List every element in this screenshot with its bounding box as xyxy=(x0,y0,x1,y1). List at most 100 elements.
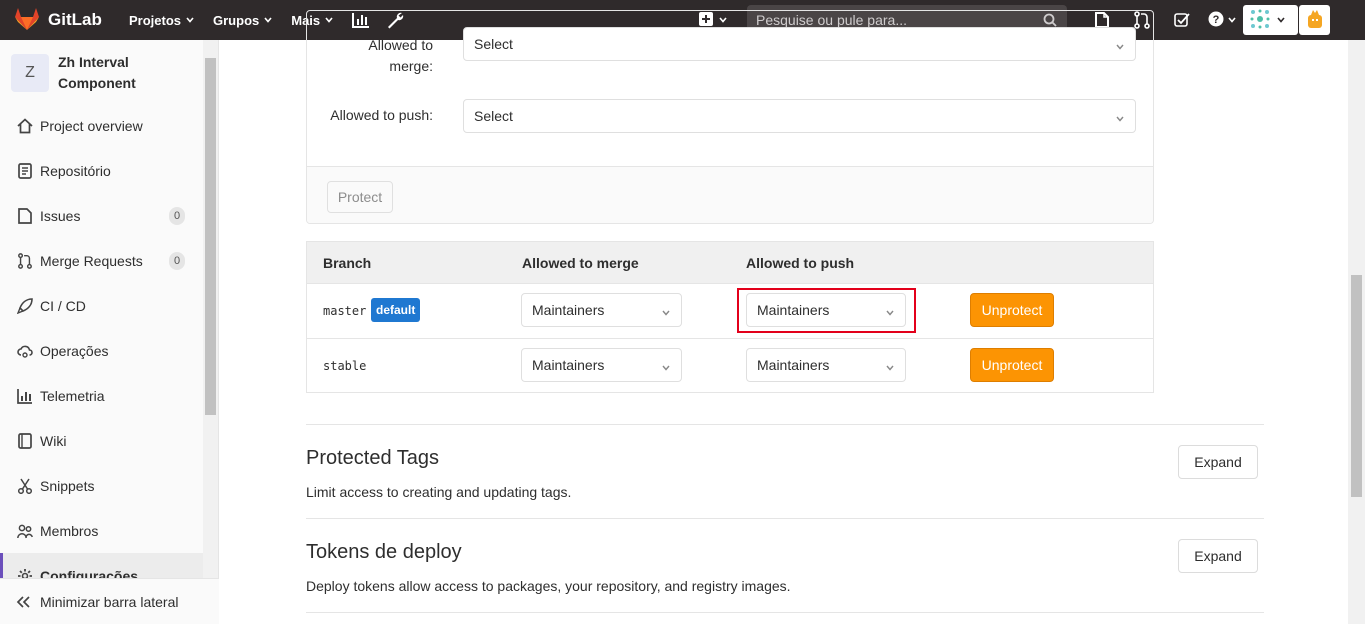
scissors-icon xyxy=(17,478,33,494)
branch-name: stable xyxy=(323,359,367,373)
merge-access-value: Maintainers xyxy=(532,357,605,373)
chevron-down-icon xyxy=(661,305,671,321)
default-badge: default xyxy=(371,298,421,322)
allowed-to-merge-value: Select xyxy=(474,36,513,52)
book-icon xyxy=(17,432,33,449)
unprotect-button[interactable]: Unprotect xyxy=(970,348,1054,382)
protected-tags-title: Protected Tags xyxy=(306,447,440,469)
sidebar-item-membros[interactable]: Membros xyxy=(0,508,203,553)
chevron-down-icon xyxy=(185,13,195,28)
allowed-to-push-value: Select xyxy=(474,108,513,124)
expand-protected-tags-button[interactable]: Expand xyxy=(1178,445,1258,479)
push-access-value: Maintainers xyxy=(757,357,830,373)
unprotect-button[interactable]: Unprotect xyxy=(970,293,1054,327)
sidebar-item-ci-cd[interactable]: CI / CD xyxy=(0,283,203,328)
divider xyxy=(306,612,1264,613)
user-avatar-icon xyxy=(1306,9,1324,32)
users-icon xyxy=(17,523,33,539)
user-identicon-icon xyxy=(1249,8,1271,33)
form-footer: Protect xyxy=(307,166,1153,223)
sidebar-item-label: Membros xyxy=(40,522,99,539)
sidebar-item-label: Telemetria xyxy=(40,387,105,404)
header-allowed-to-push: Allowed to push xyxy=(746,255,855,271)
sidebar-item-repositorio[interactable]: Repositório xyxy=(0,148,203,193)
allowed-to-push-label: Allowed to push: xyxy=(330,107,433,123)
merge-requests-count-badge: 0 xyxy=(169,251,185,270)
table-row: stable Maintainers Maintainers Unprotect xyxy=(307,339,1153,394)
chevron-down-icon xyxy=(661,360,671,376)
sidebar-item-label: Snippets xyxy=(40,477,95,494)
merge-request-icon xyxy=(17,252,33,269)
issues-icon xyxy=(17,207,33,224)
gitlab-logo-link[interactable]: GitLab xyxy=(14,7,114,34)
cloud-gear-icon xyxy=(17,343,33,359)
page-scrollbar-thumb[interactable] xyxy=(1351,275,1362,497)
allowed-to-push-select[interactable]: Select xyxy=(463,99,1136,133)
sidebar-item-merge-requests[interactable]: Merge Requests 0 xyxy=(0,238,203,283)
merge-access-dropdown[interactable]: Maintainers xyxy=(521,293,682,327)
sidebar-item-label: Project overview xyxy=(40,117,143,134)
sidebar-item-issues[interactable]: Issues 0 xyxy=(0,193,203,238)
double-chevron-left-icon xyxy=(16,595,30,608)
protected-branches-table: Branch Allowed to merge Allowed to push … xyxy=(306,241,1154,393)
sidebar-item-telemetria[interactable]: Telemetria xyxy=(0,373,203,418)
project-avatar: Z xyxy=(11,54,49,92)
table-row: master default Maintainers Maintainers U… xyxy=(307,284,1153,339)
chevron-down-icon xyxy=(1227,12,1237,28)
sidebar-item-operacoes[interactable]: Operações xyxy=(0,328,203,373)
svg-text:?: ? xyxy=(1212,14,1219,26)
sidebar-item-label: Repositório xyxy=(40,162,111,179)
divider xyxy=(306,518,1264,519)
todos-check-icon[interactable] xyxy=(1162,0,1202,40)
deploy-tokens-title: Tokens de deploy xyxy=(306,541,462,563)
sidebar-item-label: Operações xyxy=(40,342,109,359)
expand-deploy-tokens-button[interactable]: Expand xyxy=(1178,539,1258,573)
merge-access-value: Maintainers xyxy=(532,302,605,318)
nav-projetos[interactable]: Projetos xyxy=(129,13,195,28)
protect-button[interactable]: Protect xyxy=(327,181,393,213)
deploy-tokens-desc: Deploy tokens allow access to packages, … xyxy=(306,578,791,594)
nav-projetos-label: Projetos xyxy=(129,12,182,28)
gitlab-tanuki-icon xyxy=(14,7,40,34)
help-icon: ? xyxy=(1208,11,1224,30)
sidebar-project-header[interactable]: Z Zh Interval Component xyxy=(11,52,178,94)
avatar[interactable] xyxy=(1299,5,1330,35)
branch-name: master xyxy=(323,304,367,318)
rocket-icon xyxy=(17,297,33,314)
document-icon xyxy=(17,162,33,179)
project-name: Zh Interval Component xyxy=(58,54,136,91)
sidebar-item-snippets[interactable]: Snippets xyxy=(0,463,203,508)
sidebar: Z Zh Interval Component Project overview… xyxy=(0,40,219,624)
push-access-dropdown[interactable]: Maintainers xyxy=(746,348,906,382)
help-dropdown[interactable]: ? xyxy=(1202,0,1242,40)
home-icon xyxy=(17,117,33,134)
collapse-sidebar-button[interactable]: Minimizar barra lateral xyxy=(0,578,219,624)
allowed-to-merge-select[interactable]: Select xyxy=(463,27,1136,61)
brand-name: GitLab xyxy=(48,10,102,29)
merge-access-dropdown[interactable]: Maintainers xyxy=(521,348,682,382)
nav-grupos[interactable]: Grupos xyxy=(213,13,273,28)
chevron-down-icon xyxy=(263,13,273,28)
sidebar-item-wiki[interactable]: Wiki xyxy=(0,418,203,463)
chevron-down-icon xyxy=(885,360,895,376)
highlight-box xyxy=(737,288,916,333)
chevron-down-icon xyxy=(1115,39,1125,55)
user-menu-dropdown[interactable] xyxy=(1243,5,1298,35)
sidebar-item-label: Merge Requests xyxy=(40,252,143,269)
sidebar-item-project-overview[interactable]: Project overview xyxy=(0,103,203,148)
sidebar-item-label: Wiki xyxy=(40,432,67,449)
header-branch: Branch xyxy=(323,255,372,271)
divider xyxy=(306,424,1264,425)
nav-grupos-label: Grupos xyxy=(213,12,260,28)
chevron-down-icon xyxy=(1115,111,1125,127)
header-allowed-to-merge: Allowed to merge xyxy=(522,255,639,271)
sidebar-scrollbar-thumb[interactable] xyxy=(205,58,216,415)
allowed-to-merge-label: Allowed to merge: xyxy=(368,37,433,74)
sidebar-item-label: Issues xyxy=(40,207,81,224)
sidebar-item-label: CI / CD xyxy=(40,297,86,314)
collapse-sidebar-label: Minimizar barra lateral xyxy=(40,593,179,610)
protected-tags-desc: Limit access to creating and updating ta… xyxy=(306,484,572,500)
table-header: Branch Allowed to merge Allowed to push xyxy=(307,242,1153,284)
chart-icon xyxy=(17,388,33,404)
protect-branch-form: Allowed to merge: Select Allowed to push… xyxy=(306,10,1154,224)
